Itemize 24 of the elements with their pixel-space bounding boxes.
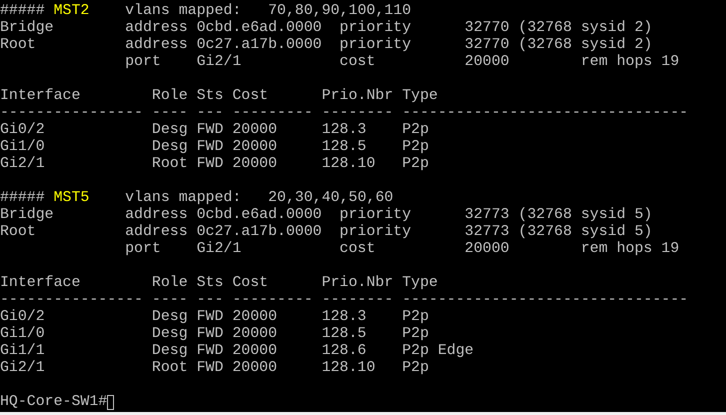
terminal-text: Root address 0c27.a17b.0000 priority 32770 (32768 sysid 2) — [0, 37, 652, 54]
terminal-text: Gi2/1 Root FWD 20000 128.10 P2p — [0, 360, 429, 377]
terminal-text: Bridge address 0cbd.e6ad.0000 priority 32770 (32768 sysid 2) — [0, 20, 652, 37]
terminal-text: ##### — [0, 190, 46, 207]
terminal-text: port Gi2/1 cost 20000 rem hops 19 — [124, 54, 680, 71]
terminal-text: vlans mapped: 70,80,90,100,110 — [124, 3, 412, 20]
terminal-text: ---------------- ---- --- --------- -------- -------------------------------- — [0, 105, 688, 122]
terminal-text: Gi2/1 Root FWD 20000 128.10 P2p — [0, 156, 429, 173]
terminal-text: Interface Role Sts Cost Prio.Nbr Type — [0, 275, 438, 292]
terminal-text: Gi1/1 Desg FWD 20000 128.6 P2p Edge — [0, 343, 474, 360]
terminal-text: ##### — [0, 3, 46, 20]
terminal-text: ---------------- ---- --- --------- -------- -------------------------------- — [0, 292, 688, 309]
command-prompt: HQ-Core-SW1# — [0, 394, 108, 411]
instance-name: MST5 — [54, 190, 90, 207]
terminal-text: vlans mapped: 20,30,40,50,60 — [124, 190, 394, 207]
terminal-text: Gi0/2 Desg FWD 20000 128.3 P2p — [0, 122, 429, 139]
terminal-text: Bridge address 0cbd.e6ad.0000 priority 32773 (32768 sysid 5) — [0, 207, 652, 224]
terminal-text: Gi0/2 Desg FWD 20000 128.3 P2p — [0, 309, 429, 326]
instance-name: MST2 — [54, 3, 90, 20]
terminal-text: Gi1/0 Desg FWD 20000 128.5 P2p — [0, 139, 429, 156]
terminal-text: Root address 0c27.a17b.0000 priority 32773 (32768 sysid 5) — [0, 224, 652, 241]
terminal-text: Interface Role Sts Cost Prio.Nbr Type — [0, 88, 438, 105]
terminal-text: port Gi2/1 cost 20000 rem hops 19 — [124, 241, 680, 258]
terminal-text: Gi1/0 Desg FWD 20000 128.5 P2p — [0, 326, 429, 343]
